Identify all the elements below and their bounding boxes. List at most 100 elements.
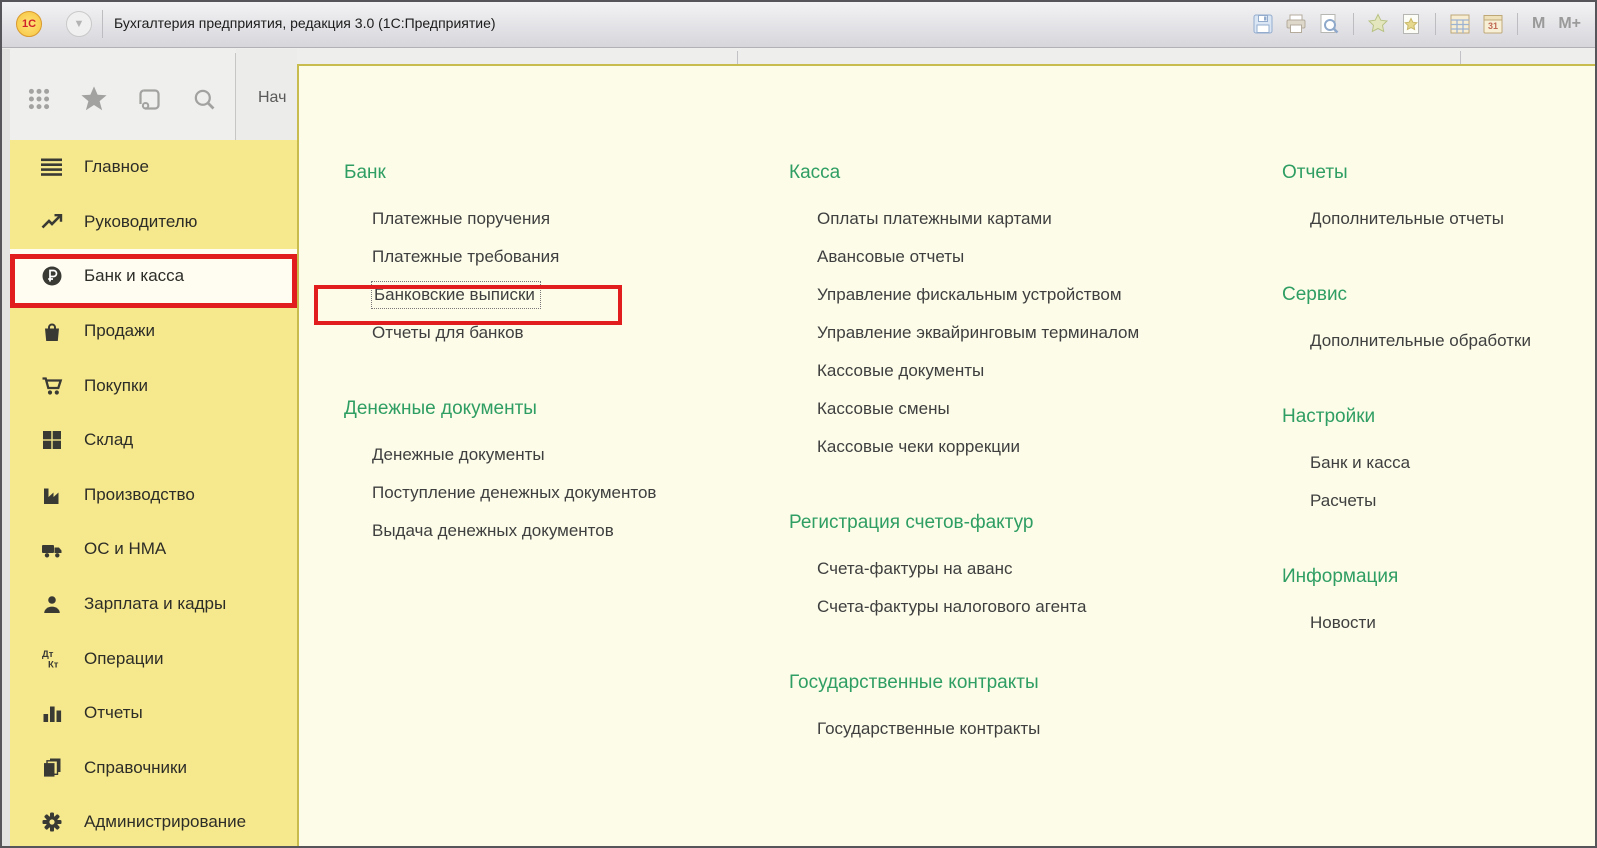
factory-icon — [40, 485, 64, 505]
debit-credit-icon: Дт Кт — [40, 648, 64, 669]
menu-item-oplaty-platezhnymi-kartami[interactable]: Оплаты платежными картами — [789, 200, 1249, 238]
focused-item-outline: Банковские выписки — [372, 282, 540, 308]
ruble-icon — [40, 265, 64, 287]
menu-item-scheta-faktury-na-avans[interactable]: Счета-фактуры на аванс — [789, 550, 1249, 588]
svg-text:Дт: Дт — [42, 649, 54, 660]
catalog-pages-icon — [40, 757, 64, 778]
sidebar-item-sklad[interactable]: Склад — [10, 413, 297, 468]
svg-text:31: 31 — [1488, 21, 1498, 31]
menu-item-platezhnye-trebovaniya[interactable]: Платежные требования — [344, 238, 764, 276]
section-title: Регистрация счетов-фактур — [789, 512, 1249, 536]
titlebar-separator — [102, 10, 103, 38]
sidebar-item-label: Склад — [84, 430, 133, 450]
menu-item-kassovye-smeny[interactable]: Кассовые смены — [789, 390, 1249, 428]
menu-item-scheta-faktury-nalogovogo-agenta[interactable]: Счета-фактуры налогового агента — [789, 588, 1249, 626]
history-icon[interactable] — [136, 86, 163, 113]
tab-separator — [737, 51, 738, 64]
panel-toolbar: Нач — [2, 49, 297, 140]
print-icon[interactable] — [1284, 12, 1308, 36]
section-title: Банк — [344, 162, 764, 186]
sidebar-item-label: Продажи — [84, 321, 155, 341]
menu-lines-icon — [40, 157, 64, 177]
title-bar: 1С ▼ Бухгалтерия предприятия, редакция 3… — [2, 2, 1595, 48]
bank-kassa-flyout-panel: Банк Платежные поручения Платежные требо… — [297, 64, 1595, 846]
sidebar-item-bank-i-kassa[interactable]: Банк и касса — [10, 249, 297, 304]
all-functions-grid-icon[interactable] — [26, 86, 52, 112]
app-window: 1С ▼ Бухгалтерия предприятия, редакция 3… — [0, 0, 1597, 848]
panel-column-3: Отчеты Дополнительные отчеты Сервис Допо… — [1282, 66, 1582, 642]
section-servis: Сервис Дополнительные обработки — [1282, 284, 1582, 360]
sidebar-item-otchety[interactable]: Отчеты — [10, 686, 297, 741]
calendar-icon[interactable]: 31 — [1481, 12, 1505, 36]
sidebar-item-administrirovanie[interactable]: Администрирование — [10, 795, 297, 848]
sidebar-item-prodazhi[interactable]: Продажи — [10, 304, 297, 359]
calculator-icon[interactable] — [1448, 12, 1472, 36]
menu-item-bank-i-kassa-settings[interactable]: Банк и касса — [1282, 444, 1582, 482]
save-icon[interactable] — [1251, 12, 1275, 36]
favorites-icon[interactable] — [80, 85, 108, 113]
sidebar-item-proizvodstvo[interactable]: Производство — [10, 468, 297, 523]
trend-icon — [40, 212, 64, 232]
bookmark-page-icon[interactable] — [1399, 12, 1423, 36]
truck-icon — [40, 540, 64, 559]
toolbar-separator — [1517, 13, 1518, 35]
window-frame-strip — [2, 49, 10, 846]
favorites-star-icon[interactable] — [1366, 12, 1390, 36]
menu-item-raschety[interactable]: Расчеты — [1282, 482, 1582, 520]
gear-icon — [40, 811, 64, 833]
menu-item-bankovskie-vypiski[interactable]: Банковские выписки — [344, 276, 764, 314]
menu-item-avansovye-otchety[interactable]: Авансовые отчеты — [789, 238, 1249, 276]
svg-text:Кт: Кт — [48, 660, 59, 670]
sidebar-item-label: Справочники — [84, 758, 187, 778]
print-preview-icon[interactable] — [1317, 12, 1341, 36]
tab-separator — [1460, 51, 1461, 64]
sidebar-item-rukovoditelyu[interactable]: Руководителю — [10, 195, 297, 250]
sidebar-item-os-i-nma[interactable]: ОС и НМА — [10, 522, 297, 577]
section-title: Денежные документы — [344, 398, 764, 422]
app-logo-icon[interactable]: 1С — [16, 11, 42, 37]
search-icon[interactable] — [191, 86, 218, 113]
sidebar-item-glavnoe[interactable]: Главное — [10, 140, 297, 195]
shopping-bag-icon — [40, 321, 64, 342]
menu-item-upravlenie-ekvayringovym-terminalom[interactable]: Управление эквайринговым терминалом — [789, 314, 1249, 352]
menu-item-dopolnitelnye-obrabotki[interactable]: Дополнительные обработки — [1282, 322, 1582, 360]
section-otchety: Отчеты Дополнительные отчеты — [1282, 162, 1582, 238]
menu-item-kassovye-cheki-korrekcii[interactable]: Кассовые чеки коррекции — [789, 428, 1249, 466]
section-title: Отчеты — [1282, 162, 1582, 186]
sidebar-item-zarplata-i-kadry[interactable]: Зарплата и кадры — [10, 577, 297, 632]
menu-item-gosudarstvennye-kontrakty[interactable]: Государственные контракты — [789, 710, 1249, 748]
shopping-cart-icon — [40, 375, 64, 396]
memory-add-button[interactable]: M+ — [1556, 15, 1583, 33]
menu-item-platezhnye-porucheniya[interactable]: Платежные поручения — [344, 200, 764, 238]
sidebar-item-label: Операции — [84, 649, 164, 669]
toolbar-separator — [1435, 13, 1436, 35]
sections-sidebar: Главное Руководителю Банк и касса — [10, 140, 297, 846]
menu-item-otchety-dlya-bankov[interactable]: Отчеты для банков — [344, 314, 764, 352]
boxes-icon — [40, 430, 64, 450]
system-menu-chevron-icon[interactable]: ▼ — [66, 11, 92, 37]
sidebar-item-pokupki[interactable]: Покупки — [10, 358, 297, 413]
sidebar-item-label: Банк и касса — [84, 266, 184, 286]
sidebar-item-operacii[interactable]: Дт Кт Операции — [10, 631, 297, 686]
sidebar-item-label: Зарплата и кадры — [84, 594, 226, 614]
menu-item-dopolnitelnye-otchety[interactable]: Дополнительные отчеты — [1282, 200, 1582, 238]
menu-item-upravlenie-fiskalnym-ustroystvom[interactable]: Управление фискальным устройством — [789, 276, 1249, 314]
section-nastroyki: Настройки Банк и касса Расчеты — [1282, 406, 1582, 520]
menu-item-denezhnye-dokumenty[interactable]: Денежные документы — [344, 436, 764, 474]
section-title: Сервис — [1282, 284, 1582, 308]
sidebar-item-label: Отчеты — [84, 703, 143, 723]
menu-item-kassovye-dokumenty[interactable]: Кассовые документы — [789, 352, 1249, 390]
sidebar-item-label: Руководителю — [84, 212, 197, 232]
sidebar-item-label: Администрирование — [84, 812, 246, 832]
tab-start-page[interactable]: Нач — [236, 49, 297, 140]
section-title: Государственные контракты — [789, 672, 1249, 696]
menu-item-postuplenie-denezhnyh-dokumentov[interactable]: Поступление денежных документов — [344, 474, 764, 512]
menu-item-vydacha-denezhnyh-dokumentov[interactable]: Выдача денежных документов — [344, 512, 764, 550]
memory-store-button[interactable]: M — [1530, 15, 1547, 33]
panel-column-1: Банк Платежные поручения Платежные требо… — [344, 66, 764, 550]
menu-item-novosti[interactable]: Новости — [1282, 604, 1582, 642]
bar-chart-icon — [40, 703, 64, 723]
sidebar-item-spravochniki[interactable]: Справочники — [10, 741, 297, 796]
window-title: Бухгалтерия предприятия, редакция 3.0 (1… — [114, 15, 496, 31]
section-gosudarstvennye-kontrakty: Государственные контракты Государственны… — [789, 672, 1249, 748]
